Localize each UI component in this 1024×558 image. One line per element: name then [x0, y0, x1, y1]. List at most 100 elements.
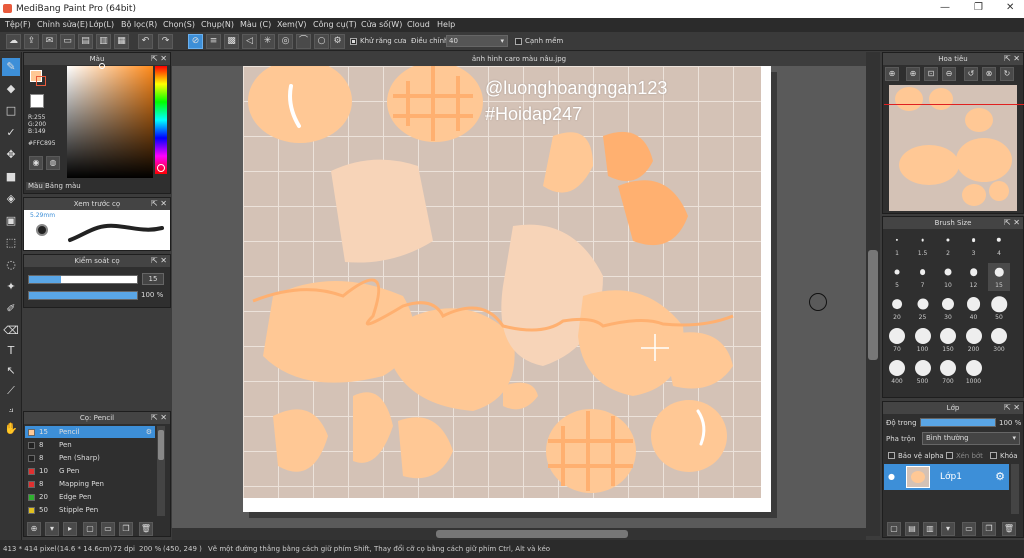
gradient-tool-icon[interactable]: ▣ — [2, 212, 20, 230]
brush-size-option[interactable]: 12 — [963, 263, 985, 291]
brush-size-option[interactable]: 40 — [963, 295, 985, 323]
brush-size-option[interactable]: 200 — [963, 327, 985, 355]
select-tool-icon[interactable]: ⬚ — [2, 234, 20, 252]
brush-size-option[interactable]: 150 — [937, 327, 959, 355]
brush-size-option[interactable]: 7 — [912, 263, 934, 291]
menu-help[interactable]: Help — [437, 20, 455, 29]
brush-size-option[interactable]: 30 — [937, 295, 959, 323]
brush-size-slider[interactable] — [28, 275, 138, 284]
curve-snap-icon[interactable]: ⌒ — [296, 34, 311, 49]
menu-select[interactable]: Chọn(S) — [163, 20, 195, 29]
select-pen-icon[interactable]: ✐ — [2, 300, 20, 318]
concentric-snap-icon[interactable]: ◎ — [278, 34, 293, 49]
menu-tools[interactable]: Công cụ(T) — [313, 20, 357, 29]
brush-size-option[interactable]: 1000 — [963, 359, 985, 387]
eyedrop-mini-icon[interactable]: ◍ — [46, 156, 60, 170]
brush-size-option[interactable]: 100 — [912, 327, 934, 355]
upload-icon[interactable]: ⇪ — [24, 34, 39, 49]
panel-expand-icon[interactable]: ⇱ ✕ — [151, 255, 167, 267]
parallel-snap-icon[interactable]: ≡ — [206, 34, 221, 49]
brush-folder-icon[interactable]: ▭ — [101, 522, 115, 536]
brush-opacity-slider[interactable] — [28, 291, 138, 300]
brush-tool-icon[interactable]: ✎ — [2, 58, 20, 76]
brush-size-option[interactable]: 500 — [912, 359, 934, 387]
panel-expand-icon[interactable]: ⇱ ✕ — [1004, 402, 1020, 414]
new-layer-icon[interactable]: ▢ — [887, 522, 901, 536]
brush-size-value[interactable]: 15 — [142, 273, 164, 285]
layer-row[interactable]: ● Lớp1 ⚙ — [884, 464, 1009, 490]
maximize-button[interactable]: ❐ — [974, 2, 983, 13]
add-brush-icon[interactable]: ⊕ — [27, 522, 41, 536]
panel-expand-icon[interactable]: ⇱ ✕ — [1004, 217, 1020, 229]
minimize-button[interactable]: — — [940, 2, 950, 13]
undo-icon[interactable]: ↶ — [138, 34, 153, 49]
brush-size-option[interactable]: 70 — [886, 327, 908, 355]
bucket-tool-icon[interactable]: ◈ — [2, 190, 20, 208]
document-icon[interactable]: ▤ — [78, 34, 93, 49]
close-button[interactable]: ✕ — [1006, 2, 1014, 13]
cloud-icon[interactable]: ☁ — [6, 34, 21, 49]
brush-size-option[interactable]: 25 — [912, 295, 934, 323]
brush-size-option[interactable]: 3 — [963, 231, 985, 259]
zoom-in-alt-icon[interactable]: ⊕ — [906, 67, 920, 81]
brush-size-option[interactable]: 2 — [937, 231, 959, 259]
brush-list-item[interactable]: 8 Pen (Sharp) — [25, 452, 155, 464]
brush-dropdown-icon[interactable]: ▸ — [63, 522, 77, 536]
reset-rotate-icon[interactable]: ⊗ — [982, 67, 996, 81]
brush-menu-icon[interactable]: ▾ — [45, 522, 59, 536]
palette-icon[interactable]: ◉ — [29, 156, 43, 170]
snap-off-icon[interactable]: ⊘ — [188, 34, 203, 49]
layer-settings-gear-icon[interactable]: ⚙ — [995, 470, 1005, 483]
menu-edit[interactable]: Chỉnh sửa(E) — [37, 20, 88, 29]
menu-filter[interactable]: Bộ lọc(R) — [121, 20, 157, 29]
saturation-value-picker[interactable] — [67, 66, 153, 178]
panel-expand-icon[interactable]: ⇱ ✕ — [151, 412, 167, 424]
antialias-checkbox[interactable] — [350, 38, 357, 45]
transparent-color-swatch[interactable] — [30, 94, 44, 108]
brush-size-option[interactable]: 1.5 — [912, 231, 934, 259]
brush-list-item[interactable]: 15 Pencil ⚙ — [25, 426, 155, 438]
rotate-right-icon[interactable]: ↻ — [1000, 67, 1014, 81]
clip-checkbox[interactable] — [946, 452, 953, 459]
brush-size-option[interactable]: 20 — [886, 295, 908, 323]
duplicate-layer-icon[interactable]: ❐ — [982, 522, 996, 536]
menu-layer[interactable]: Lớp(L) — [89, 20, 114, 29]
brush-size-option[interactable]: 15 — [988, 263, 1010, 291]
panel-expand-icon[interactable]: ⇱ ✕ — [151, 53, 167, 65]
new-8bit-layer-icon[interactable]: ▥ — [923, 522, 937, 536]
brush-size-option[interactable]: 700 — [937, 359, 959, 387]
menu-cloud[interactable]: Cloud — [407, 20, 430, 29]
snap-settings-icon[interactable]: ⚙ — [330, 34, 345, 49]
tab-palette[interactable]: Bảng màu — [45, 182, 81, 190]
chat-icon[interactable]: ▭ — [60, 34, 75, 49]
horizontal-scroll-thumb[interactable] — [436, 530, 628, 538]
dot-tool-icon[interactable]: ✓ — [2, 124, 20, 142]
menu-snap[interactable]: Chụp(N) — [201, 20, 234, 29]
hue-slider[interactable] — [155, 66, 167, 174]
fit-icon[interactable]: ⊡ — [924, 67, 938, 81]
text-tool-icon[interactable]: T — [2, 342, 20, 360]
panel-expand-icon[interactable]: ⇱ ✕ — [151, 198, 167, 210]
hue-slider-handle[interactable] — [157, 164, 165, 172]
protect-alpha-checkbox[interactable] — [888, 452, 895, 459]
brush-size-option[interactable]: 50 — [988, 295, 1010, 323]
menu-view[interactable]: Xem(V) — [277, 20, 307, 29]
brush-list-item[interactable]: 8 Mapping Pen — [25, 478, 155, 490]
eyedropper-tool-icon[interactable]: ⟓ — [2, 400, 20, 418]
lasso-tool-icon[interactable]: ◌ — [2, 256, 20, 274]
drawing-canvas[interactable]: @luonghoangngan123 #Hoidap247 — [243, 66, 761, 498]
adjust-combo[interactable]: 40 ▾ — [446, 35, 508, 47]
rectangle-tool-icon[interactable]: □ — [2, 102, 20, 120]
page-icon[interactable]: ▥ — [96, 34, 111, 49]
zoom-out-icon[interactable]: ⊖ — [942, 67, 956, 81]
brush-size-option[interactable]: 4 — [988, 231, 1010, 259]
rotate-left-icon[interactable]: ↺ — [964, 67, 978, 81]
brush-size-option[interactable]: 400 — [886, 359, 908, 387]
new-halftone-layer-icon[interactable]: ▤ — [905, 522, 919, 536]
brush-list-item[interactable]: 10 G Pen — [25, 465, 155, 477]
hand-tool-icon[interactable]: ✋ — [2, 420, 20, 438]
menu-color[interactable]: Màu (C) — [240, 20, 271, 29]
layer-opacity-slider[interactable] — [920, 418, 996, 427]
eraser-tool-icon[interactable]: ◆ — [2, 80, 20, 98]
radial-snap-icon[interactable]: ✳ — [260, 34, 275, 49]
